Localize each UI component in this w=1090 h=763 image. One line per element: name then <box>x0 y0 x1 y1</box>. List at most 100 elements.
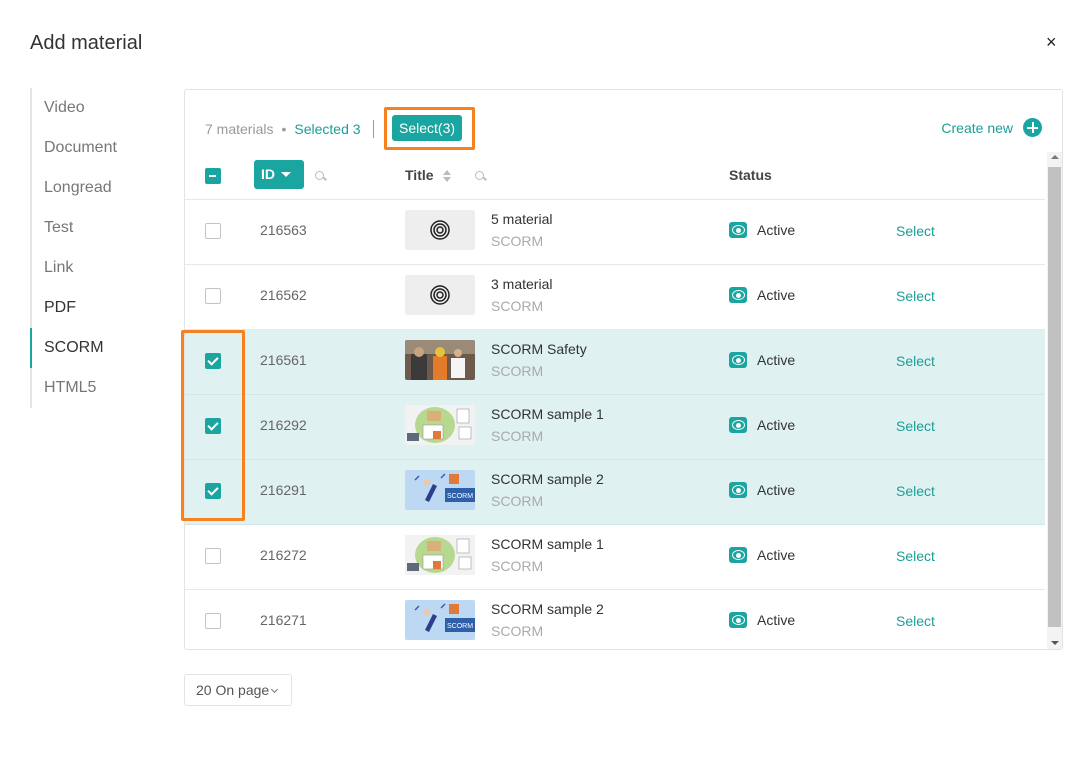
material-type: SCORM <box>491 363 544 379</box>
row-id: 216561 <box>260 352 307 368</box>
material-thumbnail: SCORM <box>405 600 475 640</box>
target-icon <box>430 220 450 240</box>
scroll-down-icon[interactable] <box>1051 641 1059 645</box>
material-title: SCORM sample 2 <box>491 601 604 617</box>
material-type-sidebar: Video Document Longread Test Link PDF SC… <box>30 88 160 408</box>
table-row[interactable]: 216562 3 material SCORM Active Select <box>185 265 1045 330</box>
selection-summary: 7 materials • Selected 3 <box>205 120 374 138</box>
row-checkbox[interactable] <box>205 288 221 304</box>
material-title: SCORM Safety <box>491 341 587 357</box>
scroll-up-icon[interactable] <box>1051 155 1059 159</box>
caret-down-icon <box>281 172 291 177</box>
sidebar-item-document[interactable]: Document <box>30 128 160 168</box>
select-all-checkbox[interactable] <box>205 168 221 184</box>
material-title: SCORM sample 2 <box>491 471 604 487</box>
status-text: Active <box>757 417 796 433</box>
material-title: 3 material <box>491 276 553 292</box>
eye-icon <box>729 547 747 563</box>
highlight-frame <box>181 330 245 521</box>
sidebar-item-longread[interactable]: Longread <box>30 168 160 208</box>
eye-icon <box>729 417 747 433</box>
sidebar-item-scorm[interactable]: SCORM <box>30 328 160 368</box>
id-column-label: ID <box>261 166 275 182</box>
target-icon <box>430 285 450 305</box>
sidebar-item-html5[interactable]: HTML5 <box>30 368 160 408</box>
close-icon[interactable]: × <box>1046 32 1057 52</box>
separator-dot: • <box>281 121 287 137</box>
select-link[interactable]: Select <box>896 288 935 304</box>
materials-count: 7 materials <box>205 121 274 137</box>
material-type: SCORM <box>491 233 544 249</box>
table-row[interactable]: 216563 5 material SCORM Active Select <box>185 200 1045 265</box>
per-page-label: 20 On page <box>196 682 270 698</box>
select-link[interactable]: Select <box>896 223 935 239</box>
select-link[interactable]: Select <box>896 418 935 434</box>
table-row[interactable]: 216291 SCORM SCORM sample 2 SCORM Active… <box>185 460 1045 525</box>
selected-count-link[interactable]: Selected 3 <box>294 121 360 137</box>
eye-icon <box>729 222 747 238</box>
row-id: 216271 <box>260 612 307 628</box>
material-title: SCORM sample 1 <box>491 406 604 422</box>
table-row[interactable]: 216292 SCORM sample 1 SCORM Active Selec… <box>185 395 1045 460</box>
table-row[interactable]: 216561 SCORM Safety SCORM Active Select <box>185 330 1045 395</box>
row-checkbox[interactable] <box>205 548 221 564</box>
select-link[interactable]: Select <box>896 353 935 369</box>
row-id: 216562 <box>260 287 307 303</box>
title-column-label: Title <box>405 167 434 183</box>
sidebar-item-test[interactable]: Test <box>30 208 160 248</box>
illustration-image <box>405 405 475 445</box>
select-link[interactable]: Select <box>896 483 935 499</box>
material-type: SCORM <box>491 493 544 509</box>
eye-icon <box>729 612 747 628</box>
select-link[interactable]: Select <box>896 548 935 564</box>
table-scrollbar[interactable] <box>1047 152 1062 649</box>
material-thumbnail <box>405 535 475 575</box>
status-text: Active <box>757 482 796 498</box>
row-id: 216291 <box>260 482 307 498</box>
sidebar-item-link[interactable]: Link <box>30 248 160 288</box>
material-thumbnail <box>405 340 475 380</box>
material-thumbnail: SCORM <box>405 470 475 510</box>
scorm-illustration-image: SCORM <box>405 600 475 640</box>
material-thumbnail <box>405 275 475 315</box>
status-text: Active <box>757 287 796 303</box>
status-text: Active <box>757 612 796 628</box>
status-text: Active <box>757 547 796 563</box>
materials-panel: 7 materials • Selected 3 Select(3) Creat… <box>184 89 1063 650</box>
status-column-label: Status <box>729 167 772 183</box>
scroll-thumb[interactable] <box>1048 167 1061 627</box>
row-id: 216563 <box>260 222 307 238</box>
material-title: SCORM sample 1 <box>491 536 604 552</box>
row-checkbox[interactable] <box>205 223 221 239</box>
material-thumbnail <box>405 405 475 445</box>
row-checkbox[interactable] <box>205 613 221 629</box>
safety-photo-image <box>405 340 475 380</box>
sidebar-item-pdf[interactable]: PDF <box>30 288 160 328</box>
thumbnail-scorm-text: SCORM <box>447 493 473 500</box>
sidebar-item-video[interactable]: Video <box>30 88 160 128</box>
material-thumbnail <box>405 210 475 250</box>
scorm-illustration-image: SCORM <box>405 470 475 510</box>
table-header: ID Title Status <box>185 152 1045 200</box>
id-search-icon[interactable] <box>315 171 326 182</box>
id-sort-button[interactable]: ID <box>254 160 304 189</box>
chevron-down-icon <box>270 685 279 694</box>
eye-icon <box>729 352 747 368</box>
per-page-dropdown[interactable]: 20 On page <box>184 674 292 706</box>
eye-icon <box>729 287 747 303</box>
eye-icon <box>729 482 747 498</box>
thumbnail-scorm-text: SCORM <box>447 623 473 630</box>
divider <box>372 120 374 138</box>
dialog-title: Add material <box>30 32 143 54</box>
status-text: Active <box>757 222 796 238</box>
table-row[interactable]: 216272 SCORM sample 1 SCORM Active Selec… <box>185 525 1045 590</box>
table-row[interactable]: 216271 SCORM SCORM sample 2 SCORM Active… <box>185 590 1045 649</box>
title-sort-icon[interactable] <box>443 170 451 182</box>
material-type: SCORM <box>491 623 544 639</box>
title-search-icon[interactable] <box>475 171 486 182</box>
select-link[interactable]: Select <box>896 613 935 629</box>
material-type: SCORM <box>491 428 544 444</box>
create-new-button[interactable]: Create new <box>941 118 1042 137</box>
plus-icon <box>1023 118 1042 137</box>
highlight-frame <box>384 107 475 150</box>
